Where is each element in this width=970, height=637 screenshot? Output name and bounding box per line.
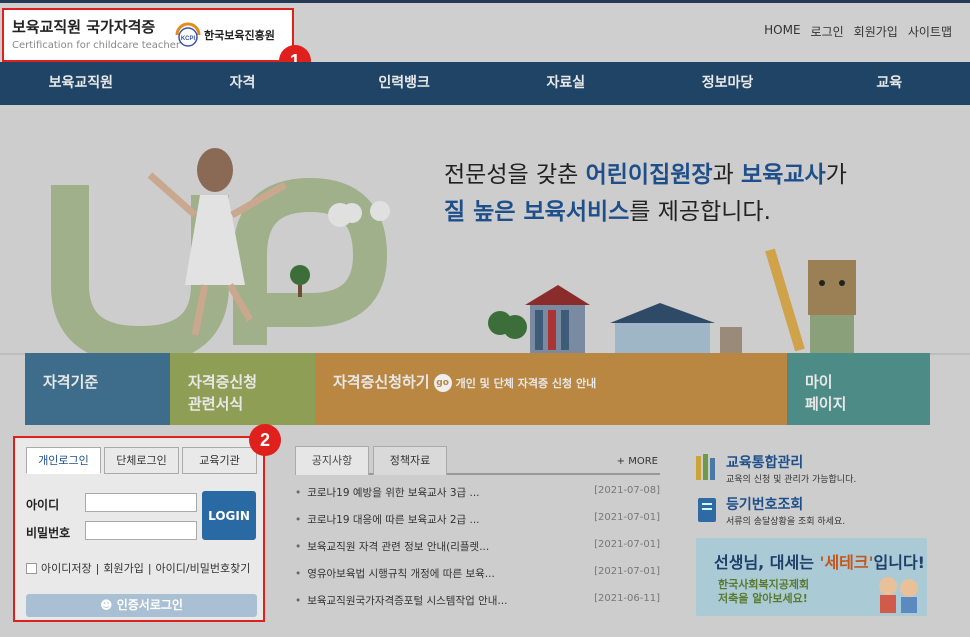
- kids-illustration: [879, 577, 918, 613]
- nav-item-archive[interactable]: 자료실: [485, 62, 647, 105]
- nav-item-qualification[interactable]: 자격: [162, 62, 324, 105]
- banner-subtext: 한국사회복지공제회 저축을 알아보세요!: [718, 578, 810, 605]
- more-link[interactable]: + MORE: [617, 456, 658, 467]
- banner-headline: 선생님, 대세는 '세테크'입니다!: [714, 553, 925, 572]
- top-links: HOME 로그인 회원가입 사이트맵: [764, 23, 952, 40]
- kcpi-logo-icon: KCPI: [175, 22, 201, 47]
- nav-item-info[interactable]: 정보마당: [647, 62, 809, 105]
- separator: |: [147, 561, 152, 575]
- join-link[interactable]: 회원가입: [103, 560, 143, 576]
- registry-lookup-desc: 서류의 송달상황을 조회 하세요.: [726, 517, 846, 527]
- go-icon: go: [433, 373, 452, 392]
- list-item[interactable]: 코로나19 예방을 위한 보육교사 3급 ...[2021-07-08]: [295, 485, 660, 512]
- find-account-link[interactable]: 아이디/비밀번호찾기: [156, 560, 251, 576]
- main-nav: 보육교직원 자격 인력뱅크 자료실 정보마당 교육: [0, 62, 970, 105]
- education-management-desc: 교육의 신청 및 관리가 가능합니다.: [726, 475, 857, 485]
- registry-lookup-link[interactable]: 등기번호조회 서류의 송달상황을 조회 하세요.: [694, 494, 929, 536]
- promo-banner[interactable]: 선생님, 대세는 '세테크'입니다! 한국사회복지공제회 저축을 알아보세요!: [696, 538, 927, 616]
- login-button[interactable]: LOGIN: [202, 491, 256, 540]
- hero-headline: 전문성을 갖춘 어린이집원장과 보육교사가 질 높은 보육서비스를 제공합니다.: [444, 157, 847, 231]
- education-management-link[interactable]: 교육통합관리 교육의 신청 및 관리가 가능합니다.: [694, 452, 929, 494]
- list-item[interactable]: 코로나19 대응에 따른 보육교사 2급 ...[2021-07-01]: [295, 512, 660, 539]
- hero-line-2: 질 높은 보육서비스를 제공합니다.: [444, 199, 771, 225]
- side-links: 교육통합관리 교육의 신청 및 관리가 가능합니다. 등기번호조회 서류의 송달…: [694, 452, 929, 536]
- list-item[interactable]: 보육교직원국가자격증포털 시스템작업 안내...[2021-06-11]: [295, 593, 660, 620]
- sitemap-link[interactable]: 사이트맵: [908, 23, 952, 40]
- notice-panel: 공지사항 정책자료 + MORE 코로나19 예방을 위한 보육교사 3급 ..…: [295, 446, 660, 620]
- list-item[interactable]: 영유아보육법 시행규칙 개정에 따른 보육...[2021-07-01]: [295, 566, 660, 593]
- list-item[interactable]: 보육교직원 자격 관련 정보 안내(리플렛...[2021-07-01]: [295, 539, 660, 566]
- site-logo[interactable]: 보육교직원 국가자격증 Certification for childcare …: [2, 8, 294, 62]
- user-icon: ☻: [100, 598, 113, 612]
- save-id-label[interactable]: 아이디저장: [41, 560, 92, 576]
- hero-line-1: 전문성을 갖춘 어린이집원장과 보육교사가: [444, 162, 847, 188]
- tile-apply-certificate[interactable]: 자격증신청하기 go 개인 및 단체 자격증 신청 안내: [315, 353, 787, 425]
- cert-login-button[interactable]: ☻ 인증서로그인: [26, 594, 257, 617]
- tile-qualification-criteria[interactable]: 자격기준: [25, 353, 170, 425]
- kcpi-label: 한국보육진흥원: [204, 29, 275, 42]
- id-input[interactable]: [85, 493, 197, 512]
- pencils-icon: [696, 454, 715, 480]
- home-link[interactable]: HOME: [764, 23, 800, 40]
- tab-notices[interactable]: 공지사항: [295, 446, 369, 475]
- login-link[interactable]: 로그인: [811, 23, 844, 40]
- login-tabs: 개인로그인 단체로그인 교육기관: [26, 447, 257, 474]
- password-input[interactable]: [85, 521, 197, 540]
- tab-group-login[interactable]: 단체로그인: [104, 447, 179, 474]
- password-label: 비밀번호: [26, 526, 71, 540]
- login-panel: 개인로그인 단체로그인 교육기관 아이디 비밀번호 LOGIN 아이디저장 | …: [13, 436, 265, 622]
- nav-item-education[interactable]: 교육: [808, 62, 970, 105]
- tab-policy[interactable]: 정책자료: [373, 446, 447, 475]
- education-management-title: 교육통합관리: [726, 455, 804, 471]
- annotation-badge-2: 2: [249, 424, 281, 456]
- separator: |: [95, 561, 100, 575]
- join-link[interactable]: 회원가입: [854, 23, 898, 40]
- notice-tabs: 공지사항 정책자료: [295, 446, 660, 475]
- notebook-icon: [698, 498, 716, 522]
- registry-lookup-title: 등기번호조회: [726, 497, 804, 513]
- login-options: 아이디저장 | 회원가입 | 아이디/비밀번호찾기: [26, 560, 250, 576]
- quick-tiles: 자격기준 자격증신청 관련서식 자격증신청하기 go 개인 및 단체 자격증 신청 …: [25, 353, 930, 425]
- logo-title: 보육교직원 국가자격증: [12, 18, 156, 36]
- tab-personal-login[interactable]: 개인로그인: [26, 447, 101, 474]
- nav-item-talent-bank[interactable]: 인력뱅크: [323, 62, 485, 105]
- logo-subtitle: Certification for childcare teacher: [12, 40, 181, 51]
- tile-my-page[interactable]: 마이 페이지: [787, 353, 930, 425]
- nav-item-staff[interactable]: 보육교직원: [0, 62, 162, 105]
- tile-application-forms[interactable]: 자격증신청 관련서식: [170, 353, 315, 425]
- tab-institution-login[interactable]: 교육기관: [182, 447, 257, 474]
- kcpi-mark-text: KCPI: [181, 36, 196, 42]
- save-id-checkbox[interactable]: [26, 562, 37, 574]
- id-label: 아이디: [26, 498, 60, 512]
- notice-list: 코로나19 예방을 위한 보육교사 3급 ...[2021-07-08] 코로나…: [295, 485, 660, 620]
